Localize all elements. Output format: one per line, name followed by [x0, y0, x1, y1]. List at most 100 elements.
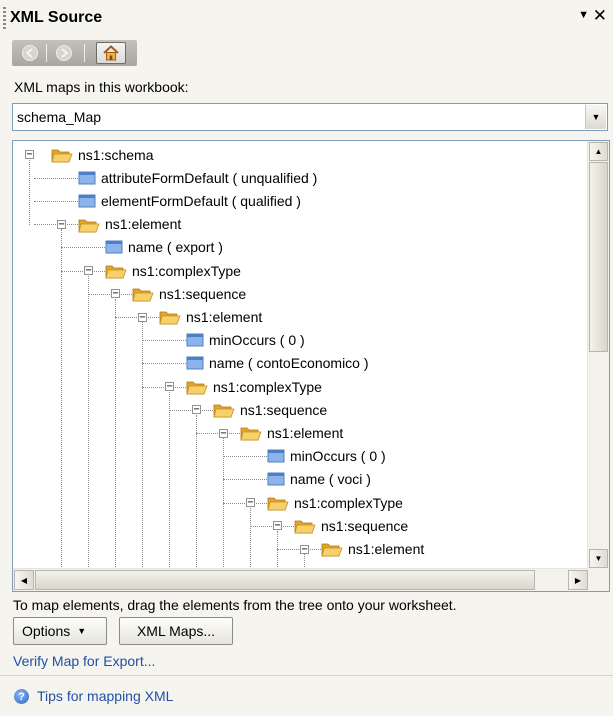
chevron-down-icon: ▼ [77, 626, 87, 636]
home-icon[interactable] [96, 42, 126, 64]
xml-tree[interactable]: ns1:schema − attributeFormDefault ( unqual… [12, 140, 610, 592]
scroll-right-icon[interactable]: ▶ [568, 570, 588, 590]
tree-node-element[interactable]: ns1:complexType [105, 259, 241, 282]
collapse-toggle-icon[interactable]: − [273, 521, 282, 531]
folder-icon [321, 540, 343, 557]
collapse-toggle-icon[interactable]: − [165, 382, 174, 392]
tree-node-label: ns1:element [267, 424, 344, 441]
tree-node-label: elementFormDefault ( qualified ) [101, 192, 301, 209]
tree-connector [250, 526, 294, 527]
tree-node-label: minOccurs ( 0 ) [290, 448, 386, 465]
collapse-toggle-icon[interactable]: − [138, 313, 147, 323]
tree-node-attribute[interactable]: name ( voci ) [267, 468, 371, 491]
tree-node-element[interactable]: ns1:schema [51, 143, 153, 166]
collapse-toggle-icon[interactable]: − [25, 150, 34, 160]
tree-node-label: ns1:sequence [240, 401, 328, 418]
scroll-down-icon[interactable]: ▼ [589, 549, 608, 568]
tree-node-label: ns1:complexType [132, 262, 241, 279]
tree-node-attribute[interactable]: name ( contoEconomico ) [186, 352, 369, 375]
collapse-toggle-icon[interactable]: − [111, 289, 120, 299]
folder-icon [186, 378, 208, 395]
tree-node-element[interactable]: ns1:element [78, 213, 181, 236]
horizontal-scrollbar[interactable]: ◀ ▶ [13, 568, 588, 591]
arrow-left-icon[interactable] [18, 43, 42, 63]
pane-menu-arrow-icon[interactable]: ▼ [578, 9, 589, 21]
tree-node-attribute[interactable]: attributeFormDefault ( unqualified ) [78, 166, 317, 189]
verify-map-link[interactable]: Verify Map for Export... [13, 653, 155, 669]
xml-maps-label: XML Maps... [136, 623, 216, 639]
tree-connector [61, 247, 105, 248]
tree-node-element[interactable]: ns1:element [159, 305, 262, 328]
tree-node-element[interactable]: ns1:complexType [186, 375, 322, 398]
tree-node-element[interactable]: ns1:element [240, 421, 343, 444]
options-label: Options [22, 623, 71, 639]
folder-icon [240, 424, 262, 441]
tree-connector [169, 410, 213, 411]
tree-connector [142, 322, 143, 569]
tree-node-label: name ( export ) [128, 239, 223, 256]
collapse-toggle-icon[interactable]: − [300, 545, 309, 555]
tree-connector [115, 299, 116, 569]
tree-connector [277, 531, 278, 569]
chevron-down-icon[interactable]: ▼ [585, 105, 606, 129]
tree-node-element[interactable]: ns1:element [321, 537, 424, 560]
xml-source-pane: XML Source ▼ ✕ XML maps in this workbook… [0, 0, 613, 716]
close-icon[interactable]: ✕ [593, 6, 607, 26]
tree-node-element[interactable]: ns1:sequence [294, 514, 408, 537]
tree-node-attribute[interactable]: elementFormDefault ( qualified ) [78, 189, 301, 212]
scroll-up-icon[interactable]: ▲ [589, 142, 608, 161]
tree-node-element[interactable]: ns1:sequence [213, 398, 327, 421]
attribute-icon [78, 170, 96, 186]
tree-node-element[interactable]: ns1:sequence [132, 282, 246, 305]
pane-title: XML Source [10, 9, 103, 26]
drag-grip[interactable] [3, 7, 6, 29]
selected-map: schema_Map [17, 109, 102, 125]
tree-node-element[interactable]: ns1:complexType [267, 491, 403, 514]
tree-connector [115, 317, 159, 318]
tree-node-label: ns1:complexType [213, 378, 322, 395]
tree-node-label: ns1:complexType [294, 494, 403, 511]
xml-maps-button[interactable]: XML Maps... [119, 617, 233, 645]
tree-node-label: name ( voci ) [290, 471, 371, 488]
tree-connector [88, 294, 132, 295]
tree-connector [250, 508, 251, 569]
tree-connector [142, 387, 186, 388]
toolbar-separator [46, 44, 47, 62]
vertical-scrollbar[interactable]: ▲ ▼ [587, 141, 609, 569]
collapse-toggle-icon[interactable]: − [57, 220, 66, 230]
tree-node-attribute[interactable]: name ( export ) [105, 236, 223, 259]
attribute-icon [267, 471, 285, 487]
xml-maps-label: XML maps in this workbook: [14, 79, 189, 95]
scroll-left-icon[interactable]: ◀ [14, 570, 34, 590]
tree-node-label: ns1:sequence [321, 517, 409, 534]
navigation-toolbar [12, 40, 137, 66]
tree-node-label: ns1:sequence [159, 285, 247, 302]
collapse-toggle-icon[interactable]: − [219, 429, 228, 439]
tree-node-attribute[interactable]: minOccurs ( 0 ) [186, 329, 305, 352]
collapse-toggle-icon[interactable]: − [84, 266, 93, 276]
attribute-icon [186, 332, 204, 348]
xml-map-select[interactable]: schema_Map ▼ [12, 103, 608, 131]
help-icon[interactable]: ? [14, 689, 29, 704]
tree-connector [196, 415, 197, 569]
tree-canvas: ns1:schema − attributeFormDefault ( unqual… [13, 141, 588, 569]
scroll-thumb[interactable] [589, 162, 608, 352]
tree-connector [61, 271, 105, 272]
folder-icon [213, 401, 235, 418]
tree-connector [34, 224, 78, 225]
tree-connector [61, 229, 62, 569]
options-button[interactable]: Options ▼ [13, 617, 107, 645]
tips-link[interactable]: Tips for mapping XML [37, 688, 173, 704]
folder-icon [159, 308, 181, 325]
tree-node-label: ns1:element [186, 308, 263, 325]
tree-connector [223, 456, 267, 457]
scroll-thumb-horizontal[interactable] [35, 570, 535, 590]
arrow-right-icon[interactable] [52, 43, 76, 63]
tree-node-attribute[interactable]: minOccurs ( 0 ) [267, 445, 386, 468]
tree-connector [223, 503, 267, 504]
folder-icon [132, 285, 154, 302]
divider [0, 675, 613, 676]
collapse-toggle-icon[interactable]: − [192, 405, 201, 415]
collapse-toggle-icon[interactable]: − [246, 498, 255, 508]
tree-connector [34, 178, 78, 179]
